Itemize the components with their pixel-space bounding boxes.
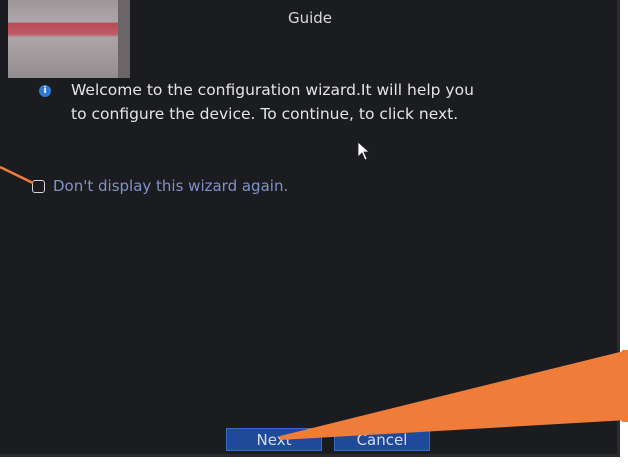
dont-show-again-label[interactable]: Don't display this wizard again. (53, 177, 288, 195)
next-button[interactable]: Next (226, 428, 322, 451)
info-icon: i (39, 85, 51, 97)
wizard-screen: Guide i Welcome to the configuration wiz… (0, 0, 620, 457)
mouse-cursor-icon (357, 141, 371, 161)
cancel-button[interactable]: Cancel (334, 428, 430, 451)
dont-show-again-row[interactable]: Don't display this wizard again. (32, 177, 288, 195)
dialog-title: Guide (287, 9, 333, 27)
welcome-message: Welcome to the configuration wizard.It w… (71, 81, 474, 123)
dont-show-again-checkbox[interactable] (32, 179, 45, 193)
annotation-callout-edge (622, 350, 628, 422)
